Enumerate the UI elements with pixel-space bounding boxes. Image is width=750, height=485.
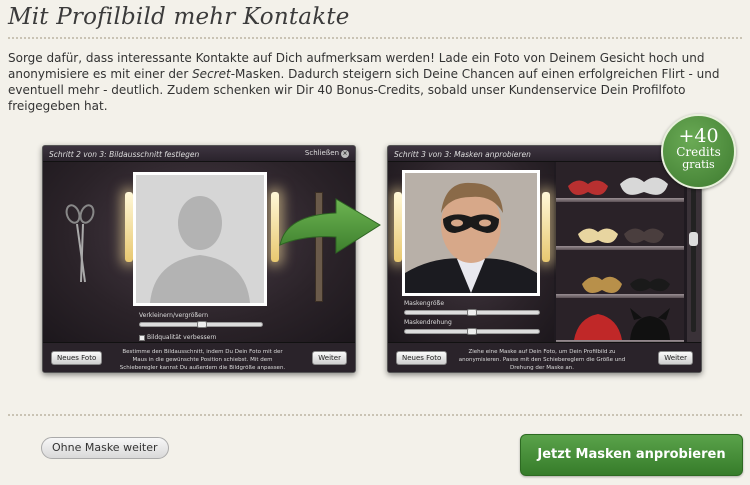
mask-devil-icon: [630, 308, 670, 340]
zoom-slider[interactable]: [139, 321, 263, 328]
quality-label: Bildqualität verbessern: [147, 334, 217, 341]
step2-photo-frame: [133, 172, 267, 306]
mask-shelves: [556, 162, 684, 344]
step2-titlebar: Schritt 2 von 3: Bildausschnitt festlege…: [43, 146, 355, 162]
mask-collection: [568, 177, 670, 340]
wall-lamp-right: [542, 192, 550, 262]
silhouette-icon: [136, 175, 264, 303]
mask-gold-icon: [578, 228, 618, 243]
scrollbar-track[interactable]: [691, 172, 696, 332]
scrollbar-thumb[interactable]: [689, 232, 698, 246]
mask-ornate-icon: [582, 276, 622, 293]
mask-dark-icon: [624, 228, 664, 243]
wall-lamp-left: [394, 192, 402, 262]
step2-close-label: Schließen: [304, 149, 339, 157]
page-title: Mit Profilbild mehr Kontakte: [8, 4, 350, 30]
step2-help-text: Bestimme den Bildausschnitt, indem Du De…: [119, 349, 286, 371]
portrait-image: [405, 173, 537, 293]
step3-title: Schritt 3 von 3: Masken anprobieren: [394, 150, 531, 159]
step2-new-photo-button[interactable]: Neues Foto: [51, 351, 103, 365]
mask-rotation-slider[interactable]: [404, 328, 540, 335]
step3-next-button[interactable]: Weiter: [658, 351, 693, 365]
step3-new-photo-button[interactable]: Neues Foto: [396, 351, 448, 365]
step2-footer: Neues Foto Bestimme den Bildausschnitt, …: [43, 342, 355, 372]
badge-amount: +40: [678, 125, 719, 147]
intro-text: Sorge dafür, dass interessante Kontakte …: [8, 50, 742, 114]
mask-rotation-slider-handle[interactable]: [467, 328, 477, 335]
badge-note: gratis: [682, 158, 715, 171]
try-masks-button[interactable]: Jetzt Masken anprobieren: [520, 434, 743, 476]
mask-size-label: Maskengröße: [404, 300, 445, 307]
quality-checkbox[interactable]: Bildqualität verbessern: [139, 334, 217, 341]
zoom-label: Verkleinern/vergrößern: [139, 312, 209, 319]
mask-size-slider[interactable]: [404, 309, 540, 316]
mask-black-icon: [630, 278, 670, 292]
checkbox-icon[interactable]: [139, 334, 145, 341]
skip-mask-button[interactable]: Ohne Maske weiter: [41, 437, 169, 459]
mask-scrollbar[interactable]: [687, 162, 701, 342]
step3-help-text: Ziehe eine Maske auf Dein Foto, um Dein …: [458, 349, 626, 371]
zoom-slider-handle[interactable]: [197, 321, 207, 328]
close-icon: ×: [341, 150, 349, 158]
arrow-right-icon: [279, 198, 381, 254]
mask-red-icon: [568, 180, 608, 195]
mask-size-slider-handle[interactable]: [467, 309, 477, 316]
step2-title: Schritt 2 von 3: Bildausschnitt festlege…: [49, 150, 200, 159]
wall-lamp-left: [125, 192, 133, 262]
divider: [8, 414, 742, 416]
mask-rotation-label: Maskendrehung: [404, 319, 452, 326]
step2-next-button[interactable]: Weiter: [312, 351, 347, 365]
divider: [8, 37, 742, 39]
step3-footer: Neues Foto Ziehe eine Maske auf Dein Fot…: [388, 342, 701, 372]
step3-window-preview: Schritt 3 von 3: Masken anprobieren Mask…: [387, 145, 702, 373]
credits-badge: +40 Credits gratis: [661, 114, 736, 189]
intro-emphasis: Secret: [192, 67, 231, 81]
scissors-icon: [65, 204, 95, 283]
mask-silver-icon: [620, 177, 668, 195]
step3-photo-frame: [402, 170, 540, 296]
mask-feather-icon: [574, 314, 622, 340]
step3-body: Maskengröße Maskendrehung: [388, 162, 554, 342]
step2-close: Schließen ×: [305, 149, 349, 158]
step3-titlebar: Schritt 3 von 3: Masken anprobieren: [388, 146, 701, 162]
